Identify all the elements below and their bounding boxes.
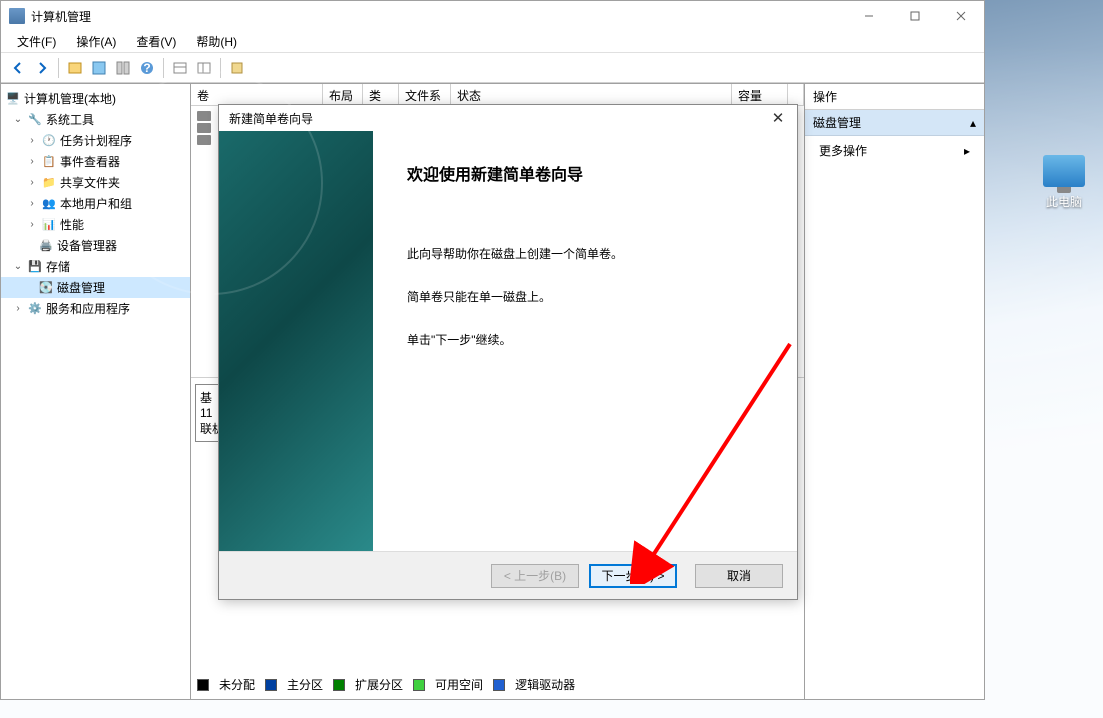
menu-action[interactable]: 操作(A) xyxy=(66,31,126,52)
desktop-icon-label: 此电脑 xyxy=(1043,193,1085,210)
legend-swatch-extended xyxy=(333,679,345,691)
legend-label: 扩展分区 xyxy=(355,676,403,693)
collapse-icon: ▴ xyxy=(970,116,976,130)
toolbar-btn-3[interactable] xyxy=(112,57,134,79)
minimize-button[interactable] xyxy=(846,1,892,31)
tree-label: 磁盘管理 xyxy=(57,279,105,296)
legend-label: 逻辑驱动器 xyxy=(515,676,575,693)
new-simple-volume-wizard: 新建简单卷向导 ✕ 欢迎使用新建简单卷向导 此向导帮助你在磁盘上创建一个简单卷。… xyxy=(218,104,798,600)
wizard-text: 此向导帮助你在磁盘上创建一个简单卷。 xyxy=(407,245,773,262)
tree-label: 性能 xyxy=(60,216,84,233)
legend-swatch-logical xyxy=(493,679,505,691)
collapse-icon[interactable]: ⌄ xyxy=(12,114,24,125)
app-icon xyxy=(9,8,25,24)
legend-swatch-free xyxy=(413,679,425,691)
chevron-right-icon: ▸ xyxy=(964,144,970,158)
menu-file[interactable]: 文件(F) xyxy=(7,31,66,52)
wizard-button-bar: < 上一步(B) 下一步(N) > 取消 xyxy=(219,551,797,599)
actions-section[interactable]: 磁盘管理 ▴ xyxy=(805,110,984,136)
cancel-button[interactable]: 取消 xyxy=(695,564,783,588)
tree-label: 服务和应用程序 xyxy=(46,300,130,317)
tree-label: 计算机管理(本地) xyxy=(24,90,116,107)
help-icon[interactable]: ? xyxy=(136,57,158,79)
users-icon: 👥 xyxy=(41,196,57,212)
wizard-heading: 欢迎使用新建简单卷向导 xyxy=(407,161,773,185)
menu-view[interactable]: 查看(V) xyxy=(126,31,186,52)
back-button: < 上一步(B) xyxy=(491,564,579,588)
computer-icon: 🖥️ xyxy=(5,91,21,107)
menubar: 文件(F) 操作(A) 查看(V) 帮助(H) xyxy=(1,31,984,53)
col-status[interactable]: 状态 xyxy=(451,84,732,105)
more-actions-label: 更多操作 xyxy=(819,142,867,159)
actions-header: 操作 xyxy=(805,84,984,110)
legend: 未分配 主分区 扩展分区 可用空间 逻辑驱动器 xyxy=(197,676,575,693)
expand-icon[interactable]: › xyxy=(26,198,38,209)
legend-label: 未分配 xyxy=(219,676,255,693)
more-actions[interactable]: 更多操作 ▸ xyxy=(805,136,984,165)
desktop-icon-this-pc[interactable]: 此电脑 xyxy=(1043,155,1085,210)
legend-swatch-unallocated xyxy=(197,679,209,691)
expand-icon[interactable]: › xyxy=(26,156,38,167)
tree-services-apps[interactable]: › ⚙️ 服务和应用程序 xyxy=(1,298,190,319)
wizard-text: 简单卷只能在单一磁盘上。 xyxy=(407,288,773,305)
back-button[interactable] xyxy=(7,57,29,79)
col-type[interactable]: 类型 xyxy=(363,84,399,105)
wizard-close-button[interactable]: ✕ xyxy=(765,108,791,128)
next-button[interactable]: 下一步(N) > xyxy=(589,564,677,588)
legend-swatch-primary xyxy=(265,679,277,691)
toolbar-separator xyxy=(163,58,164,78)
col-filesystem[interactable]: 文件系统 xyxy=(399,84,451,105)
tools-icon: 🔧 xyxy=(27,112,43,128)
event-icon: 📋 xyxy=(41,154,57,170)
toolbar: ? xyxy=(1,53,984,83)
folder-icon: 📁 xyxy=(41,175,57,191)
expand-icon[interactable]: › xyxy=(26,219,38,230)
window-title: 计算机管理 xyxy=(31,8,846,25)
actions-pane: 操作 磁盘管理 ▴ 更多操作 ▸ xyxy=(804,84,984,699)
wizard-side-graphic xyxy=(219,131,373,551)
tree-label: 存储 xyxy=(46,258,70,275)
expand-icon[interactable]: › xyxy=(12,303,24,314)
toolbar-btn-2[interactable] xyxy=(88,57,110,79)
expand-icon[interactable]: › xyxy=(26,177,38,188)
toolbar-btn-1[interactable] xyxy=(64,57,86,79)
wizard-text: 单击"下一步"继续。 xyxy=(407,331,773,348)
wizard-title: 新建简单卷向导 xyxy=(229,110,765,127)
tree-label: 系统工具 xyxy=(46,111,94,128)
wizard-body: 欢迎使用新建简单卷向导 此向导帮助你在磁盘上创建一个简单卷。 简单卷只能在单一磁… xyxy=(219,131,797,551)
expand-icon[interactable]: › xyxy=(26,135,38,146)
device-icon: 🖨️ xyxy=(38,238,54,254)
perf-icon: 📊 xyxy=(41,217,57,233)
close-button[interactable] xyxy=(938,1,984,31)
storage-icon: 💾 xyxy=(27,259,43,275)
actions-section-label: 磁盘管理 xyxy=(813,114,861,131)
col-more[interactable] xyxy=(788,84,804,105)
collapse-icon[interactable]: ⌄ xyxy=(12,261,24,272)
maximize-button[interactable] xyxy=(892,1,938,31)
menu-help[interactable]: 帮助(H) xyxy=(186,31,247,52)
toolbar-separator xyxy=(58,58,59,78)
legend-label: 主分区 xyxy=(287,676,323,693)
legend-label: 可用空间 xyxy=(435,676,483,693)
titlebar: 计算机管理 xyxy=(1,1,984,31)
forward-button[interactable] xyxy=(31,57,53,79)
services-icon: ⚙️ xyxy=(27,301,43,317)
svg-text:?: ? xyxy=(143,61,150,75)
tree-label: 设备管理器 xyxy=(57,237,117,254)
monitor-icon xyxy=(1043,155,1085,187)
clock-icon: 🕐 xyxy=(41,133,57,149)
col-layout[interactable]: 布局 xyxy=(323,84,363,105)
col-capacity[interactable]: 容量 xyxy=(732,84,788,105)
disk-icon: 💽 xyxy=(38,280,54,296)
wizard-content: 欢迎使用新建简单卷向导 此向导帮助你在磁盘上创建一个简单卷。 简单卷只能在单一磁… xyxy=(373,131,797,551)
